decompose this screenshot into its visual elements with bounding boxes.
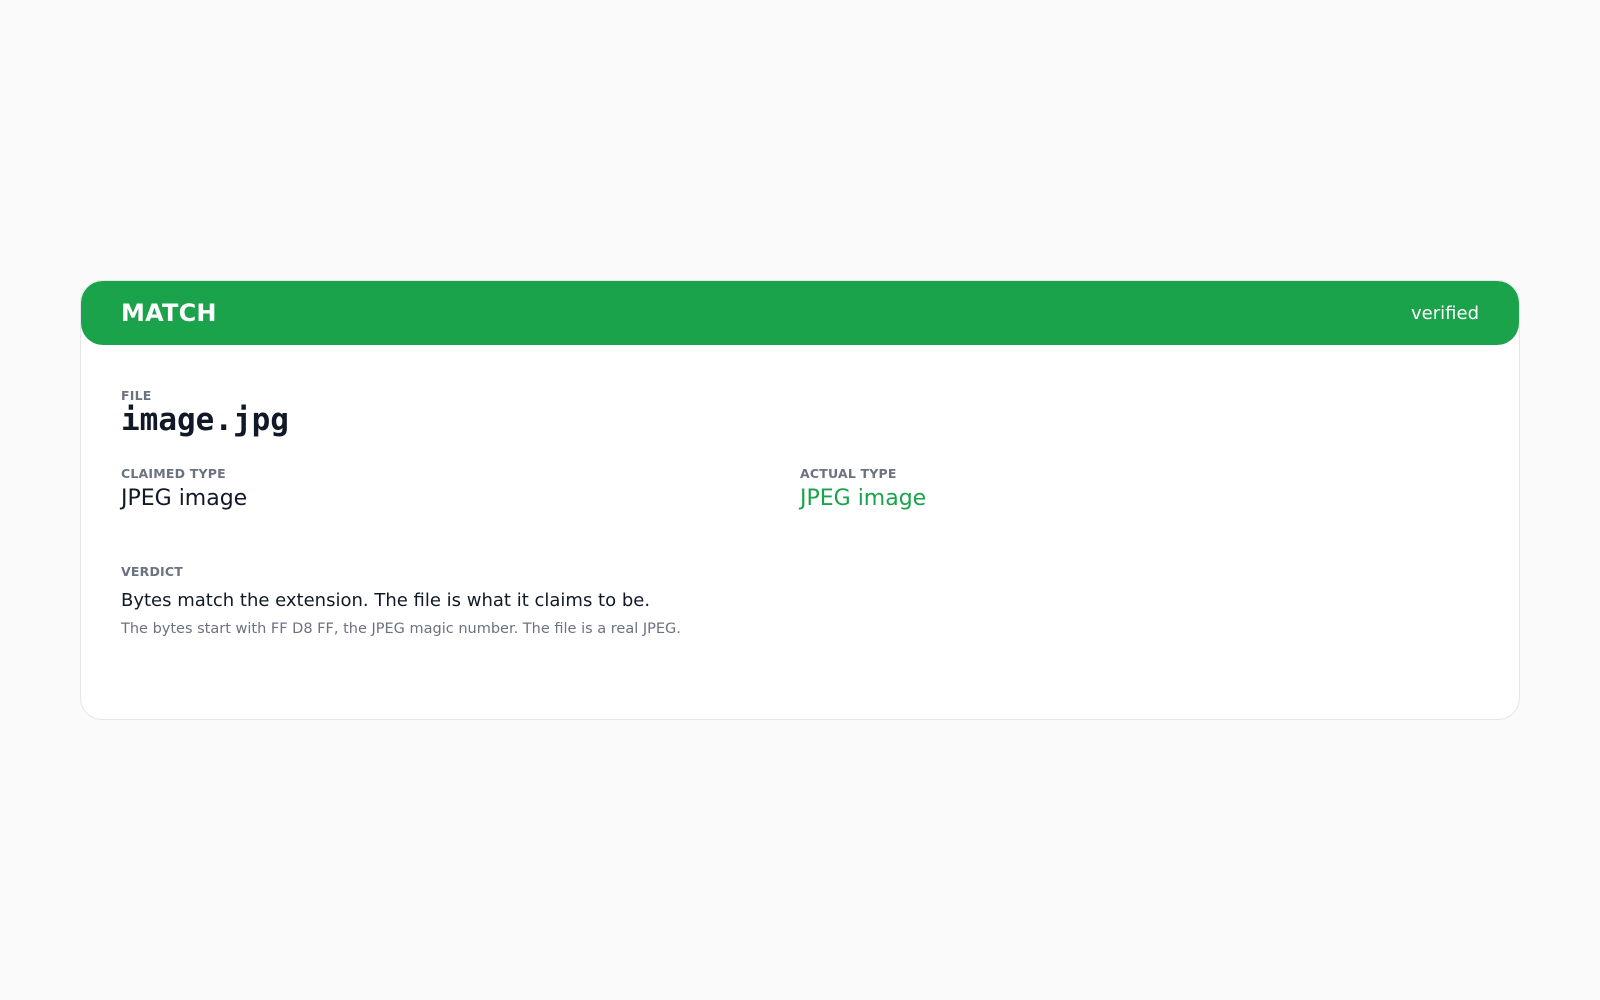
card-body: FILE image.jpg CLAIMED TYPE JPEG image A…	[81, 345, 1519, 679]
file-name: image.jpg	[121, 402, 289, 438]
verdict-detail: The bytes start with FF D8 FF, the JPEG …	[121, 621, 681, 637]
claimed-type-value: JPEG image	[121, 486, 248, 511]
status-title: MATCH	[121, 299, 217, 327]
types-row: CLAIMED TYPE JPEG image ACTUAL TYPE JPEG…	[121, 467, 1479, 513]
actual-type-section: ACTUAL TYPE JPEG image	[800, 467, 1479, 513]
file-label: FILE	[121, 388, 152, 403]
verdict-label: VERDICT	[121, 564, 183, 579]
verdict-section: VERDICT Bytes match the extension. The f…	[121, 565, 1479, 639]
status-header: MATCH verified	[81, 281, 1519, 345]
verdict-summary: Bytes match the extension. The file is w…	[121, 590, 651, 611]
status-badge: verified	[1411, 302, 1479, 324]
actual-type-label: ACTUAL TYPE	[800, 466, 897, 481]
claimed-type-label: CLAIMED TYPE	[121, 466, 226, 481]
result-card: MATCH verified FILE image.jpg CLAIMED TY…	[80, 280, 1520, 720]
claimed-type-section: CLAIMED TYPE JPEG image	[121, 467, 800, 513]
actual-type-value: JPEG image	[800, 486, 927, 511]
file-section: FILE image.jpg	[121, 388, 1479, 438]
